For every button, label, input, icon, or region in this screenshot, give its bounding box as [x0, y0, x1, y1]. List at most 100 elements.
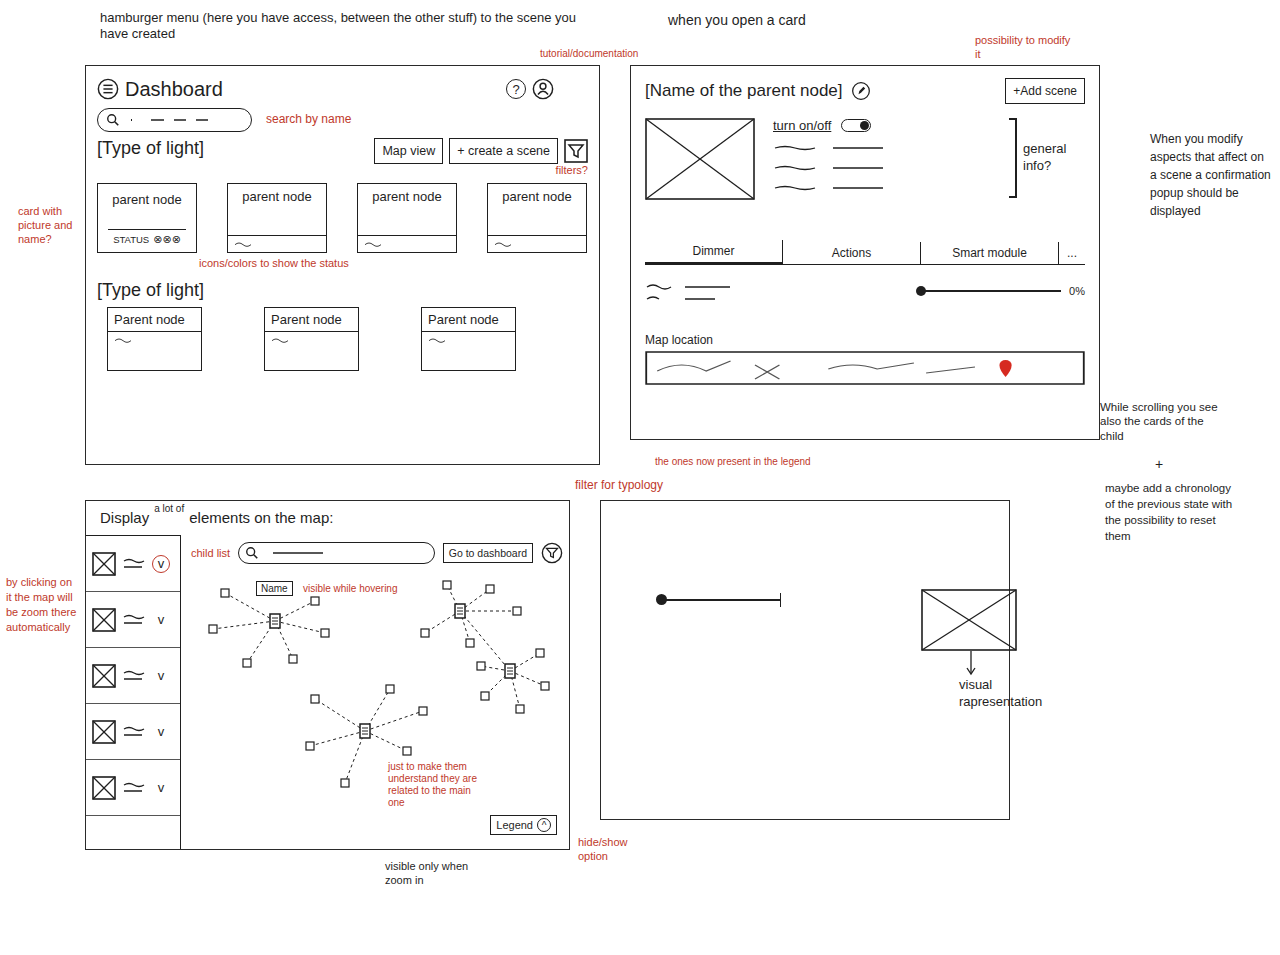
map-search-field[interactable] [238, 542, 435, 564]
expand-toggle[interactable]: v [152, 723, 170, 741]
child-node[interactable] [403, 747, 411, 755]
annotation: when you open a card [668, 12, 806, 30]
annotation: visible only when zoom in [385, 860, 490, 888]
expand-toggle[interactable]: v [152, 611, 170, 629]
child-item[interactable]: v [86, 648, 180, 704]
parent-node-card[interactable]: Parent node [264, 307, 359, 371]
parent-node-card[interactable]: parent node [357, 183, 457, 253]
parent-node-icon[interactable] [455, 604, 465, 618]
annotation: + [1155, 456, 1163, 474]
node-cluster [209, 589, 329, 667]
section-title: [Type of light] [97, 138, 204, 159]
child-node[interactable] [541, 682, 549, 690]
image-placeholder [645, 118, 755, 200]
placeholder-lines [122, 612, 146, 628]
parent-node-card[interactable]: Parent node [107, 307, 202, 371]
tab[interactable]: Smart module [921, 242, 1059, 264]
child-node[interactable] [513, 607, 521, 615]
child-node[interactable] [311, 597, 319, 605]
location-minimap[interactable] [645, 351, 1085, 385]
child-node[interactable] [209, 625, 217, 633]
parent-node-card[interactable]: parent node [487, 183, 587, 253]
power-toggle[interactable] [841, 119, 871, 132]
wireframe-sheet: hamburger menu (here you have access, be… [0, 0, 1280, 955]
placeholder-lines [122, 556, 146, 572]
edit-pencil-icon[interactable] [851, 81, 871, 101]
hamburger-menu-icon[interactable] [97, 78, 119, 100]
dashboard-header: Dashboard? [97, 74, 588, 104]
parent-node-icon[interactable] [505, 664, 515, 678]
placeholder-lines [645, 279, 775, 303]
filter-icon[interactable] [564, 139, 588, 163]
child-item[interactable]: v [86, 536, 180, 592]
child-node[interactable] [341, 779, 349, 787]
child-node[interactable] [481, 692, 489, 700]
image-placeholder [92, 608, 116, 632]
child-node[interactable] [506, 667, 514, 675]
search-icon [245, 546, 259, 560]
child-item[interactable]: v [86, 760, 180, 816]
annotation: child list [191, 547, 230, 559]
child-node[interactable] [221, 589, 229, 597]
parent-node-icon[interactable] [270, 614, 280, 628]
search-field[interactable] [97, 108, 252, 132]
help-button[interactable]: ? [506, 79, 526, 99]
node-map [185, 571, 565, 841]
tab[interactable]: Actions [783, 242, 921, 264]
child-preview-panel: visual rapresentation [600, 500, 1010, 820]
child-node[interactable] [466, 639, 474, 647]
more-tabs[interactable]: ... [1059, 242, 1085, 264]
child-item[interactable]: v [86, 704, 180, 760]
parent-node-icon[interactable] [360, 724, 370, 738]
child-node[interactable] [311, 695, 319, 703]
map-canvas[interactable]: Namevisible while hoveringjust to make t… [185, 571, 565, 841]
child-node[interactable] [421, 629, 429, 637]
annotation: filter for typology [575, 478, 663, 493]
card-name: Parent node [108, 308, 201, 332]
child-node[interactable] [243, 659, 251, 667]
user-icon[interactable] [532, 78, 554, 100]
toggle-label: turn on/off [773, 118, 831, 133]
placeholder-line [270, 335, 310, 345]
add-scene-button[interactable]: +Add scene [1005, 78, 1085, 104]
card-name: parent node [108, 187, 185, 225]
parent-node-detail-panel: [Name of the parent node]+Add sceneturn … [630, 65, 1100, 440]
child-node[interactable] [306, 742, 314, 750]
child-node[interactable] [486, 585, 494, 593]
dimmer-slider[interactable] [921, 290, 1061, 292]
child-node[interactable] [321, 629, 329, 637]
child-node[interactable] [516, 705, 524, 713]
tab[interactable]: Dimmer [645, 240, 783, 265]
child-dimmer-slider[interactable] [661, 599, 781, 601]
go-to-dashboard-button[interactable]: Go to dashboard [443, 543, 533, 563]
expand-toggle[interactable]: v [152, 779, 170, 797]
card-name: parent node [358, 184, 456, 235]
child-node[interactable] [419, 707, 427, 715]
parent-node-card[interactable]: parent node STATUS⊗⊗⊗ [97, 183, 197, 253]
annotation: visible while hovering [303, 583, 398, 595]
annotation: filters? [556, 164, 588, 177]
card-status: STATUS⊗⊗⊗ [108, 229, 186, 249]
expand-toggle[interactable]: v [152, 555, 170, 573]
toolbar-button[interactable]: + create a scene [449, 138, 558, 164]
parent-node-card[interactable]: Parent node [421, 307, 516, 371]
child-node[interactable] [477, 662, 485, 670]
annotation: possibility to modify it [975, 34, 1075, 62]
dimmer-reading: 0% [1069, 285, 1085, 297]
child-list: v v v v v [86, 535, 181, 849]
child-node[interactable] [386, 685, 394, 693]
filter-icon[interactable] [541, 542, 563, 564]
search-icon [106, 113, 120, 127]
child-node[interactable] [443, 581, 451, 589]
placeholder-line [427, 335, 467, 345]
toolbar-button[interactable]: Map view [374, 138, 443, 164]
annotation: maybe add a chronology of the previous s… [1105, 480, 1240, 544]
placeholder-line [233, 239, 273, 249]
legend-button[interactable]: Legend^ [490, 815, 557, 835]
child-node[interactable] [536, 649, 544, 657]
expand-toggle[interactable]: v [152, 667, 170, 685]
annotation: tutorial/documentation [540, 48, 638, 61]
parent-node-card[interactable]: parent node [227, 183, 327, 253]
child-item[interactable]: v [86, 592, 180, 648]
child-node[interactable] [289, 655, 297, 663]
